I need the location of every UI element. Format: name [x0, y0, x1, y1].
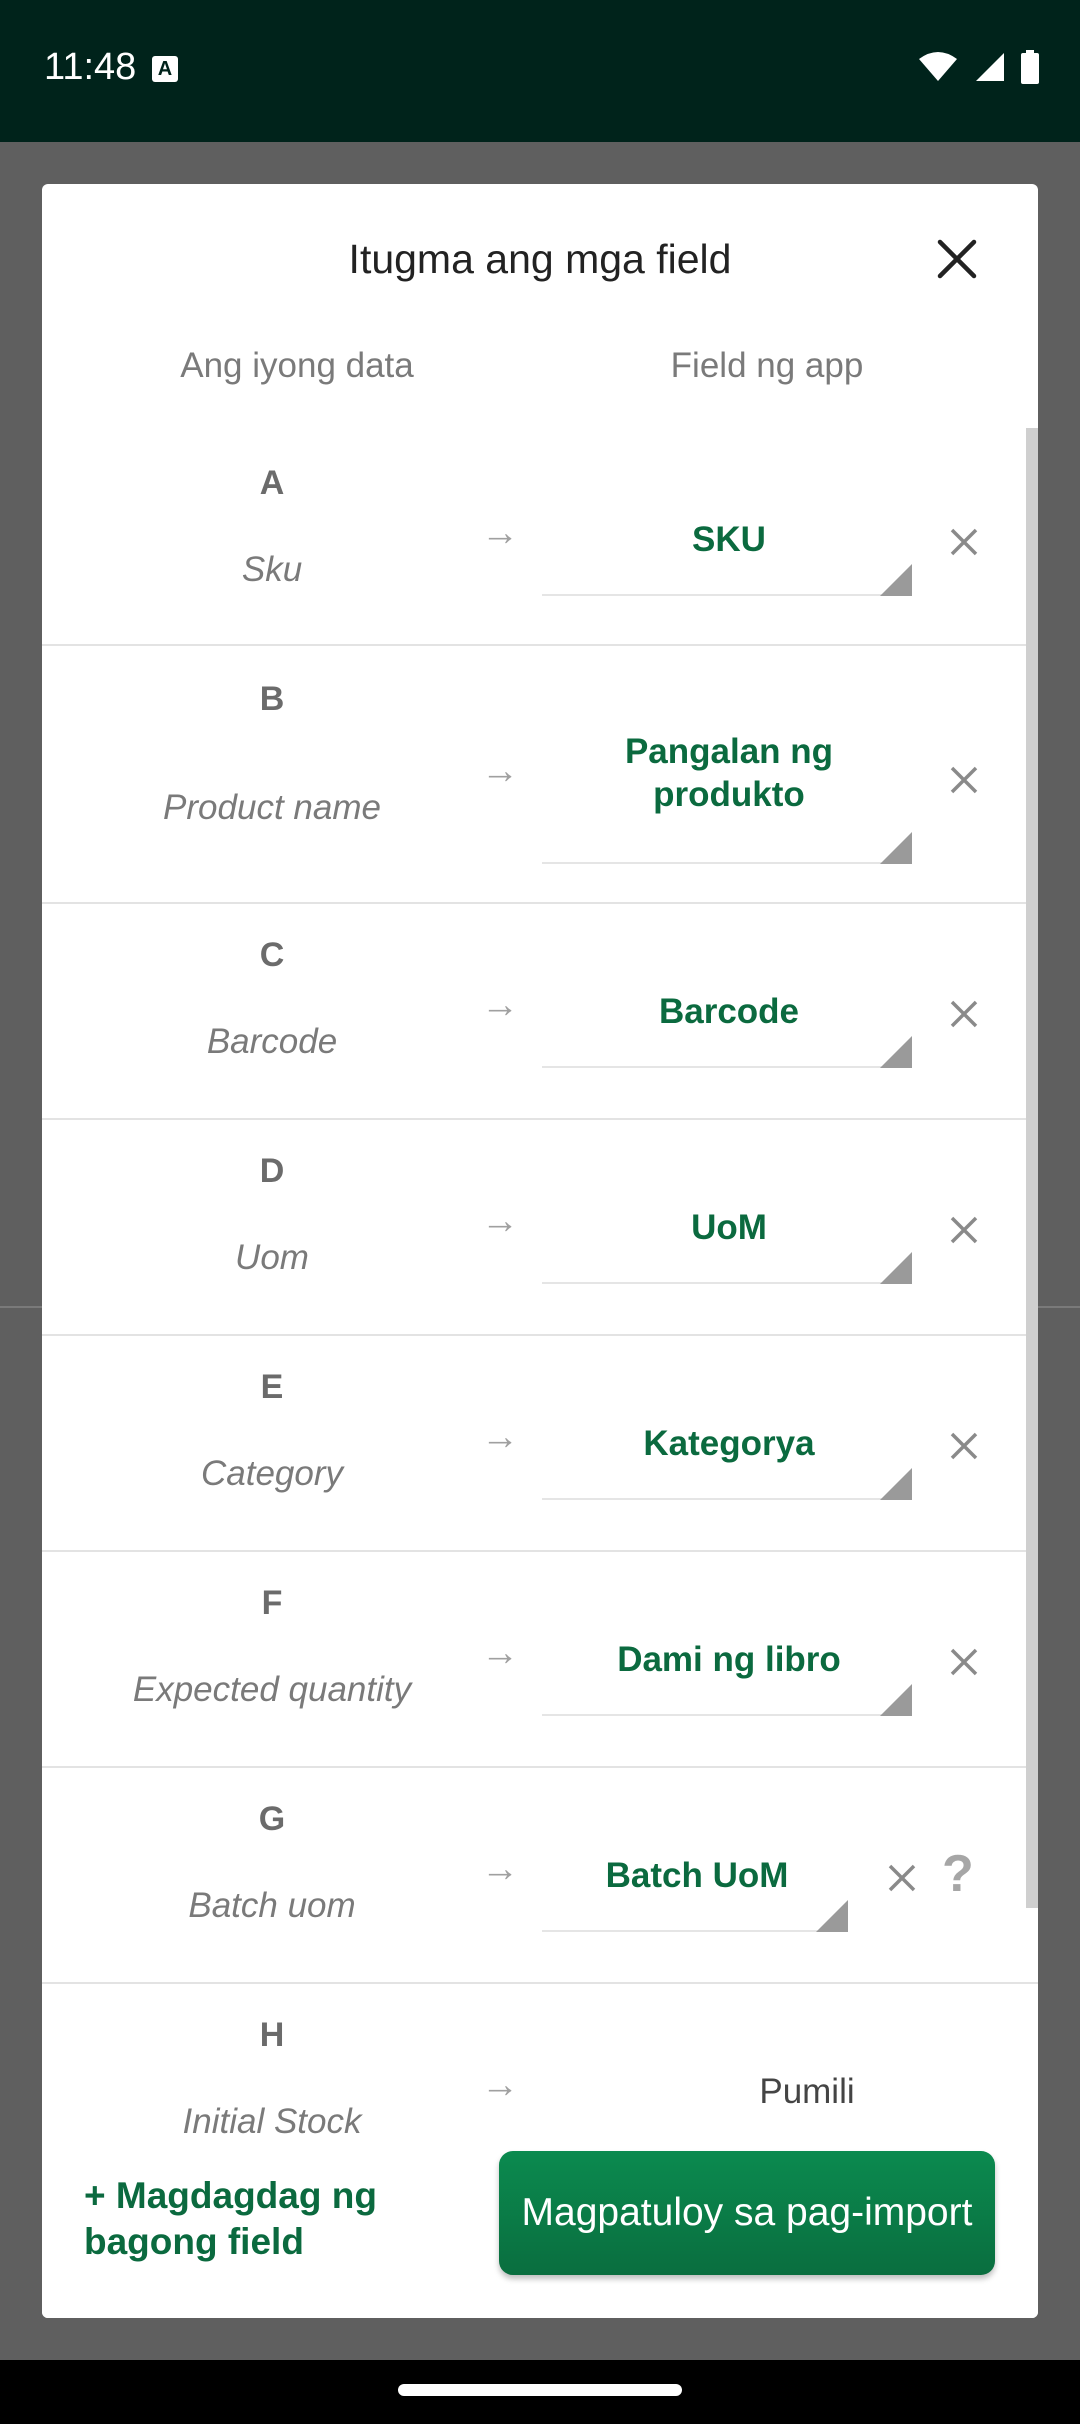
- select-underline: [542, 1066, 912, 1068]
- arrow-right-icon: →: [481, 512, 519, 554]
- select-underline: [542, 862, 912, 864]
- dropdown-corner-icon: [880, 1684, 912, 1716]
- source-column-name: Batch uom: [188, 1886, 356, 1925]
- mapping-row: B Product name → Pangalan ng produkto: [42, 644, 1038, 904]
- column-letter: C: [259, 936, 285, 974]
- arrow-right-icon: →: [481, 750, 519, 792]
- close-icon[interactable]: [932, 234, 982, 284]
- app-field-select[interactable]: Pumili: [582, 2070, 1032, 2113]
- mapping-row: F Expected quantity → Dami ng libro: [42, 1550, 1038, 1768]
- select-underline: [542, 1714, 912, 1716]
- mapping-row: D Uom → UoM: [42, 1118, 1038, 1336]
- keyboard-a-icon: A: [152, 56, 178, 82]
- dropdown-corner-icon: [880, 1252, 912, 1284]
- mapping-row: C Barcode → Barcode: [42, 902, 1038, 1120]
- dropdown-corner-icon: [880, 1036, 912, 1068]
- app-field-select[interactable]: Pangalan ng produkto: [582, 730, 876, 816]
- clear-mapping-icon[interactable]: [942, 520, 986, 564]
- continue-import-button[interactable]: Magpatuloy sa pag-import: [499, 2151, 995, 2275]
- clear-mapping-icon[interactable]: [880, 1856, 924, 1900]
- dropdown-corner-icon: [880, 564, 912, 596]
- scrollbar[interactable]: [1026, 428, 1038, 1908]
- signal-icon: [975, 53, 1004, 81]
- column-header-app-field: Field ng app: [670, 346, 864, 385]
- app-field-select[interactable]: Batch UoM: [542, 1854, 852, 1897]
- source-column-name: Sku: [241, 550, 303, 589]
- status-bar: 11:48 A: [0, 0, 1080, 142]
- arrow-right-icon: →: [481, 1632, 519, 1674]
- app-field-select[interactable]: Barcode: [542, 990, 916, 1033]
- field-mapping-dialog: Itugma ang mga field Ang iyong data Fiel…: [42, 184, 1038, 2318]
- column-letter: G: [258, 1800, 286, 1838]
- clear-mapping-icon[interactable]: [942, 992, 986, 1036]
- wifi-icon: [919, 52, 958, 81]
- navigation-bar: [0, 2360, 1080, 2424]
- source-column-name: Product name: [163, 788, 381, 827]
- select-underline: [542, 1930, 848, 1932]
- mapping-row: G Batch uom → Batch UoM ?: [42, 1766, 1038, 1984]
- arrow-right-icon: →: [481, 984, 519, 1026]
- app-field-select[interactable]: Dami ng libro: [542, 1638, 916, 1681]
- status-time: 11:48: [44, 46, 137, 88]
- status-icons: [907, 50, 1040, 84]
- column-letter: H: [259, 2016, 285, 2054]
- arrow-right-icon: →: [481, 2064, 519, 2106]
- column-letter: B: [259, 680, 285, 718]
- source-column-name: Uom: [235, 1238, 309, 1277]
- mapping-row: A Sku → SKU: [42, 428, 1038, 646]
- clear-mapping-icon[interactable]: [942, 1640, 986, 1684]
- column-letter: D: [259, 1152, 285, 1190]
- column-letter: E: [260, 1368, 284, 1406]
- dropdown-corner-icon: [880, 832, 912, 864]
- column-header-your-data: Ang iyong data: [180, 346, 414, 385]
- clear-mapping-icon[interactable]: [942, 758, 986, 802]
- column-letter: A: [259, 464, 285, 502]
- help-icon[interactable]: ?: [942, 1844, 974, 1904]
- dropdown-corner-icon: [816, 1900, 848, 1932]
- dialog-footer: + Magdagdag ng bagong field Magpatuloy s…: [42, 2137, 1038, 2318]
- source-column-name: Expected quantity: [132, 1670, 412, 1709]
- select-underline: [542, 1498, 912, 1500]
- app-field-select[interactable]: Kategorya: [542, 1422, 916, 1465]
- home-gesture-handle[interactable]: [398, 2384, 682, 2396]
- add-new-field-button[interactable]: + Magdagdag ng bagong field: [84, 2173, 444, 2265]
- source-column-name: Barcode: [206, 1022, 338, 1061]
- mapping-list[interactable]: A Sku → SKU B Product name → Pangalan ng…: [42, 428, 1038, 2318]
- source-column-name: Category: [200, 1454, 344, 1493]
- dropdown-corner-icon: [880, 1468, 912, 1500]
- clear-mapping-icon[interactable]: [942, 1208, 986, 1252]
- battery-icon: [1021, 50, 1039, 84]
- app-field-select[interactable]: SKU: [542, 518, 916, 561]
- select-underline: [542, 594, 912, 596]
- column-letter: F: [261, 1584, 283, 1622]
- mapping-row: E Category → Kategorya: [42, 1334, 1038, 1552]
- arrow-right-icon: →: [481, 1416, 519, 1458]
- dialog-title: Itugma ang mga field: [348, 236, 732, 282]
- arrow-right-icon: →: [481, 1848, 519, 1890]
- app-field-select[interactable]: UoM: [542, 1206, 916, 1249]
- arrow-right-icon: →: [481, 1200, 519, 1242]
- select-underline: [542, 1282, 912, 1284]
- source-column-name: Initial Stock: [182, 2102, 362, 2141]
- clear-mapping-icon[interactable]: [942, 1424, 986, 1468]
